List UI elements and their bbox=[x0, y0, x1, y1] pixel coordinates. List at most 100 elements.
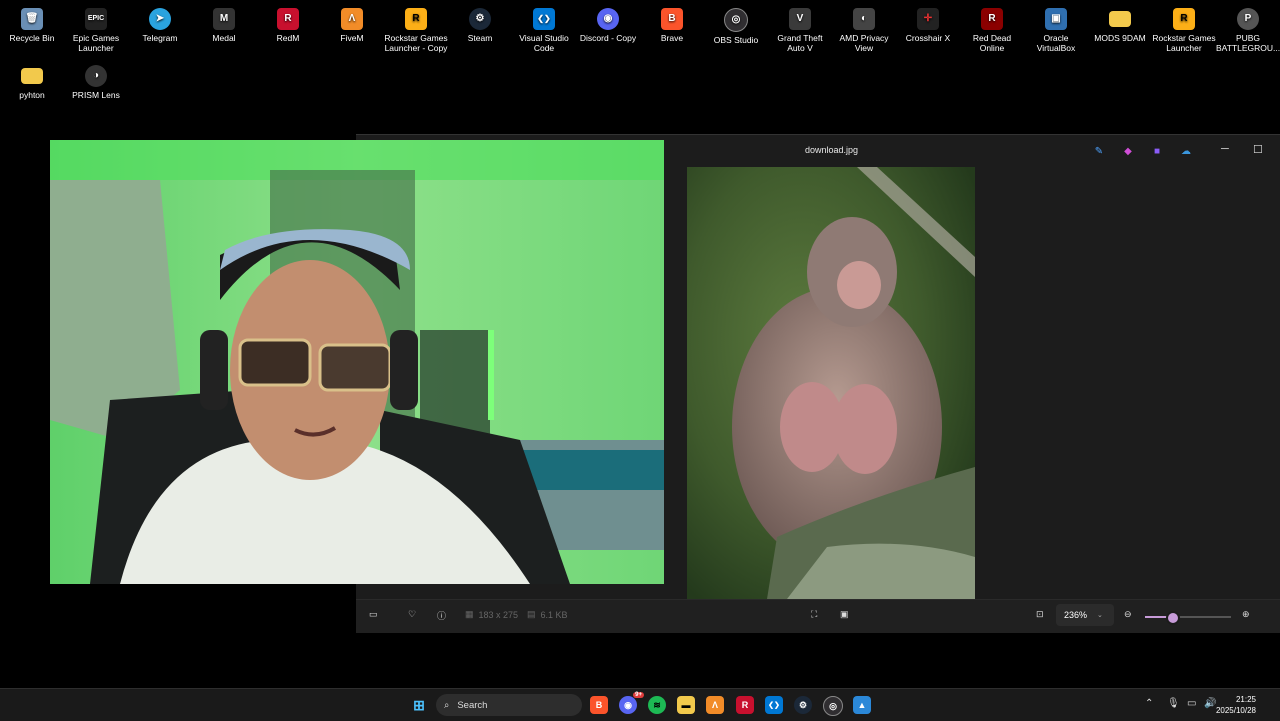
spotify-icon[interactable]: ≋ bbox=[648, 696, 666, 714]
obs-icon[interactable]: ◎ bbox=[823, 696, 843, 716]
search-placeholder: Search bbox=[457, 699, 488, 711]
desktop-icon-amd-privacy[interactable]: ◐ AMD Privacy View bbox=[832, 4, 896, 53]
desktop-icon-redm[interactable]: R RedM bbox=[256, 4, 320, 43]
file-explorer-icon[interactable]: ▬ bbox=[677, 696, 695, 714]
clipchamp-icon[interactable]: ■ bbox=[1150, 144, 1164, 158]
fivem-icon[interactable]: Λ bbox=[706, 696, 724, 714]
desktop-icon-pyhton-folder[interactable]: pyhton bbox=[0, 61, 64, 100]
desktop-icon-discord[interactable]: ◉ Discord - Copy bbox=[576, 4, 640, 43]
obs-icon: ◎ bbox=[724, 8, 748, 32]
microphone-icon[interactable]: 🎙 bbox=[1167, 698, 1180, 709]
desktop-icon-label: MODS 9DAM bbox=[1094, 33, 1146, 43]
windows-start-icon[interactable]: ⊞ bbox=[410, 696, 428, 714]
recycle-bin-icon: 🗑 bbox=[21, 8, 43, 30]
desktop-icon-steam[interactable]: ⚙ Steam bbox=[448, 4, 512, 43]
redm-icon[interactable]: R bbox=[736, 696, 754, 714]
desktop-icon-label: Crosshair X bbox=[905, 33, 951, 43]
rockstar-icon: R bbox=[405, 8, 427, 30]
maximize-button[interactable]: ☐ bbox=[1253, 143, 1263, 156]
folder-icon bbox=[1109, 11, 1131, 27]
minimize-button[interactable]: ─ bbox=[1221, 143, 1229, 155]
show-hidden-icons-chevron-icon[interactable]: ⌃ bbox=[1145, 698, 1153, 709]
network-icon[interactable]: ▭ bbox=[1187, 698, 1196, 709]
zoom-out-icon[interactable]: ⊖ bbox=[1124, 609, 1132, 620]
desktop-icon-label: FiveM bbox=[340, 33, 364, 43]
info-icon[interactable]: ⓘ bbox=[437, 609, 446, 622]
file-size: ▤ 6.1 KB bbox=[527, 609, 568, 620]
desktop-icon-label: Grand Theft Auto V bbox=[777, 33, 823, 53]
chevron-down-icon: ⌄ bbox=[1097, 612, 1103, 619]
zoom-level-dropdown[interactable]: 236% ⌄ bbox=[1056, 604, 1114, 626]
zoom-slider[interactable] bbox=[1145, 611, 1231, 625]
desktop-icon-label: Brave bbox=[660, 33, 684, 43]
desktop-icon-medal[interactable]: M Medal bbox=[192, 4, 256, 43]
desktop-icon-label: Medal bbox=[212, 33, 236, 43]
discord-icon[interactable]: ◉ 9+ bbox=[619, 692, 644, 714]
brave-icon[interactable]: B bbox=[590, 696, 608, 714]
telegram-icon: ➤ bbox=[149, 8, 171, 30]
search-input[interactable]: ⌕ Search bbox=[436, 694, 582, 716]
designer-icon[interactable]: ◆ bbox=[1121, 144, 1135, 158]
desktop-icon-epic-games[interactable]: EPIC Epic Games Launcher bbox=[64, 4, 128, 53]
red-dead-icon: R bbox=[981, 8, 1003, 30]
desktop-icon-vscode[interactable]: ❮❯ Visual Studio Code bbox=[512, 4, 576, 53]
desktop-icon-telegram[interactable]: ➤ Telegram bbox=[128, 4, 192, 43]
desktop-icon-prism-lens[interactable]: ◑ PRISM Lens bbox=[64, 61, 128, 100]
desktop-icon-label: Rockstar Games Launcher bbox=[1152, 33, 1216, 53]
desktop-icon-label: pyhton bbox=[19, 90, 45, 100]
desktop-icon-label: Visual Studio Code bbox=[519, 33, 569, 53]
brave-icon: B bbox=[661, 8, 683, 30]
desktop-icon-gta[interactable]: V Grand Theft Auto V bbox=[768, 4, 832, 53]
prism-lens-icon: ◑ bbox=[85, 65, 107, 87]
photos-app-icon[interactable]: ▲ bbox=[853, 696, 871, 714]
desktop-icon-label: Rockstar Games Launcher - Copy bbox=[384, 33, 448, 53]
desktop-icon-label: Epic Games Launcher bbox=[72, 33, 120, 53]
file-size-icon: ▤ bbox=[527, 609, 536, 619]
fivem-icon: Λ bbox=[341, 8, 363, 30]
desktop-icon-virtualbox[interactable]: ▣ Oracle VirtualBox bbox=[1024, 4, 1088, 53]
desktop-icon-mods-folder[interactable]: MODS 9DAM bbox=[1088, 4, 1152, 43]
fit-to-window-icon[interactable]: ⊡ bbox=[1036, 609, 1044, 620]
filmstrip-toggle-icon[interactable]: ▭ bbox=[369, 609, 378, 620]
pubg-icon: P bbox=[1237, 8, 1259, 30]
rockstar-icon: R bbox=[1173, 8, 1195, 30]
desktop-icon-rockstar-copy[interactable]: R Rockstar Games Launcher - Copy bbox=[384, 4, 448, 53]
desktop-icon-label: PRISM Lens bbox=[72, 90, 120, 100]
desktop-icon-crosshair[interactable]: ✛ Crosshair X bbox=[896, 4, 960, 43]
vscode-icon: ❮❯ bbox=[533, 8, 555, 30]
desktop-icon-fivem[interactable]: Λ FiveM bbox=[320, 4, 384, 43]
desktop-icon-label: OBS Studio bbox=[713, 35, 759, 45]
visual-search-icon[interactable]: ⛶ bbox=[811, 609, 817, 620]
desktop-icon-label: PUBG BATTLEGROU... bbox=[1216, 33, 1280, 53]
desktop-icon-label: Steam bbox=[467, 33, 493, 43]
displayed-photo bbox=[687, 167, 975, 599]
onedrive-icon[interactable]: ☁ bbox=[1179, 144, 1193, 158]
steam-icon[interactable]: ⚙ bbox=[794, 696, 812, 714]
image-dimensions: ▦ 183 x 275 bbox=[465, 609, 518, 620]
desktop-icon-label: Recycle Bin bbox=[9, 33, 55, 43]
desktop-icon-recycle-bin[interactable]: 🗑 Recycle Bin bbox=[0, 4, 64, 43]
discord-notification-badge: 9+ bbox=[633, 692, 644, 698]
volume-icon[interactable]: 🔊 bbox=[1204, 698, 1216, 709]
desktop-icon-rockstar[interactable]: R Rockstar Games Launcher bbox=[1152, 4, 1216, 53]
vscode-icon[interactable]: ❮❯ bbox=[765, 696, 783, 714]
desktop-icon-obs[interactable]: ◎ OBS Studio bbox=[704, 4, 768, 45]
desktop-icon-label: Oracle VirtualBox bbox=[1036, 33, 1076, 53]
webcam-overlay bbox=[50, 140, 664, 584]
edit-image-icon[interactable]: ✎ bbox=[1092, 144, 1106, 158]
gta-icon: V bbox=[789, 8, 811, 30]
file-size-text: 6.1 KB bbox=[540, 609, 568, 620]
zoom-in-icon[interactable]: ⊕ bbox=[1242, 609, 1250, 620]
favorite-heart-icon[interactable]: ♡ bbox=[408, 609, 416, 620]
text-extract-icon[interactable]: ▣ bbox=[840, 609, 849, 620]
desktop-icon-label: RedM bbox=[276, 33, 300, 43]
desktop-icon-red-dead[interactable]: R Red Dead Online bbox=[960, 4, 1024, 53]
dimensions-icon: ▦ bbox=[465, 609, 474, 619]
medal-icon: M bbox=[213, 8, 235, 30]
taskbar: ⊞ ⌕ Search B ◉ 9+ ≋ ▬ Λ R ❮❯ ⚙ ◎ ▲ ⌃ 🎙 ▭… bbox=[0, 688, 1280, 721]
desktop-icon-pubg[interactable]: P PUBG BATTLEGROU... bbox=[1216, 4, 1280, 53]
system-clock[interactable]: 21:25 2025/10/28 bbox=[1216, 694, 1256, 716]
zoom-slider-thumb[interactable] bbox=[1165, 611, 1180, 625]
desktop-icon-label: Telegram bbox=[142, 33, 178, 43]
desktop-icon-brave[interactable]: B Brave bbox=[640, 4, 704, 43]
